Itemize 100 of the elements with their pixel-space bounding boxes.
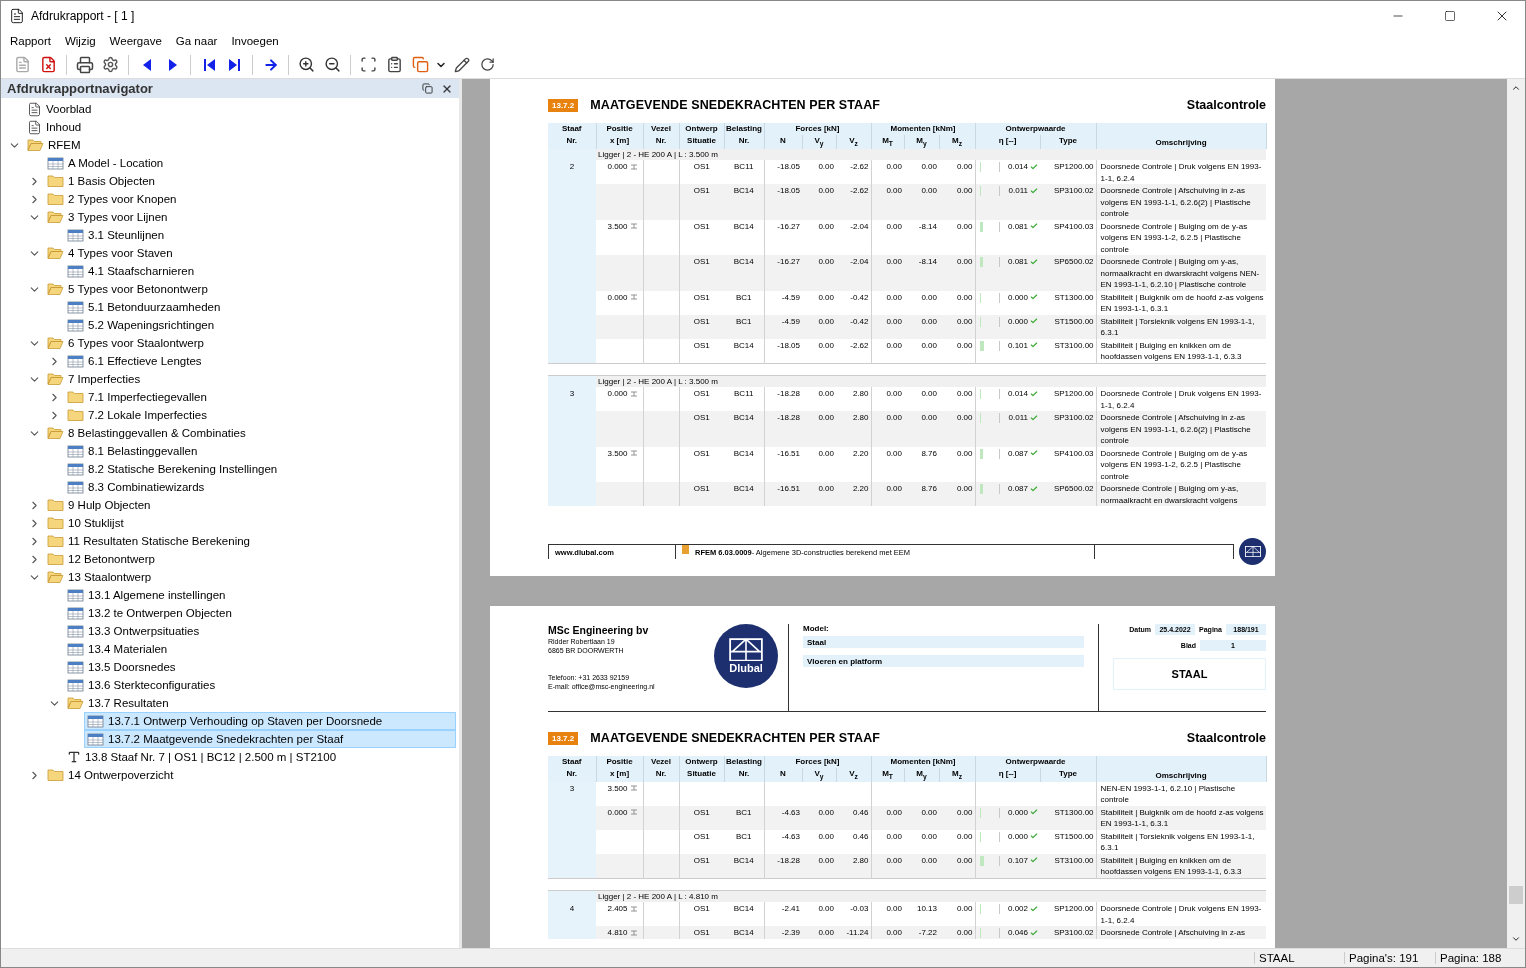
tree-item[interactable]: 8 Belastinggevallen & Combinaties	[44, 424, 456, 442]
table-cell: -16.27	[764, 219, 802, 256]
scroll-down-icon[interactable]	[1511, 934, 1521, 944]
model-label: Model:	[803, 624, 830, 633]
tree-item[interactable]: 9 Hulp Objecten	[44, 496, 456, 514]
scrollbar[interactable]	[1507, 79, 1525, 948]
tree-item[interactable]: 13.6 Sterkteconfiguraties	[64, 676, 456, 694]
table-cell: -2.62	[836, 184, 871, 220]
tree-item[interactable]: 4.1 Staafscharnieren	[64, 262, 456, 280]
folder-icon	[67, 390, 84, 404]
tree-item[interactable]: 6 Types voor Staalontwerp	[44, 334, 456, 352]
column-header: Belasting	[724, 756, 764, 768]
tree-item[interactable]: 8.1 Belastinggevallen	[64, 442, 456, 460]
scroll-up-icon[interactable]	[1511, 83, 1521, 93]
tree-item[interactable]: Inhoud	[24, 118, 456, 136]
tree-item[interactable]: 12 Betonontwerp	[44, 550, 456, 568]
tree-item[interactable]: 7 Imperfecties	[44, 370, 456, 388]
tree-item[interactable]: 11 Resultaten Statische Berekening	[44, 532, 456, 550]
tree-item[interactable]: 2 Types voor Knopen	[44, 190, 456, 208]
table-cell: OS1	[679, 219, 724, 256]
scrollbar-thumb[interactable]	[1509, 886, 1523, 904]
tree-item[interactable]: 13.1 Algemene instellingen	[64, 586, 456, 604]
menu-item[interactable]: Rapport	[3, 31, 58, 51]
table-cell: 0.00	[871, 853, 904, 879]
description-text: Doorsnede Controle | Druk volgens EN 1993-1-1, 6.2.4	[1096, 902, 1267, 927]
table-cell: OS1	[679, 829, 724, 854]
tree-item[interactable]: 10 Stuklijst	[44, 514, 456, 532]
description-text: Doorsnede Controle | Druk volgens EN 1993-1-1, 6.2.4	[1096, 160, 1267, 185]
tree-item[interactable]: 13.7.2 Maatgevende Snedekrachten per Staaf	[84, 730, 456, 748]
check-icon	[1030, 341, 1038, 350]
tree-item[interactable]: 13.2 te Ontwerpen Objecten	[64, 604, 456, 622]
table-cell: BC1	[724, 829, 764, 854]
table-cell: -4.63	[764, 829, 802, 854]
tree-item[interactable]: 5.2 Wapeningsrichtingen	[64, 316, 456, 334]
tree-item[interactable]: 3.1 Steunlijnen	[64, 226, 456, 244]
folder-icon	[47, 174, 64, 188]
table-cell: SP3100.02	[1040, 926, 1097, 939]
check-icon	[1030, 293, 1038, 302]
tree-item[interactable]: 3 Types voor Lijnen	[44, 208, 456, 226]
tree-item[interactable]: 5.1 Betonduurzaamheden	[64, 298, 456, 316]
marker-icon	[682, 545, 689, 554]
table-cell: OS1	[679, 805, 724, 830]
tree-item[interactable]: 13.7.1 Ontwerp Verhouding op Staven per Doorsnede	[84, 712, 456, 730]
table-icon	[67, 228, 84, 242]
menu-item[interactable]: Weergave	[102, 31, 169, 51]
table-cell: -4.59	[764, 290, 802, 315]
menu-item[interactable]: Ga naar	[168, 31, 225, 51]
menu-item[interactable]: Wijzig	[57, 31, 103, 51]
tree-item[interactable]: 13.3 Ontwerpsituaties	[64, 622, 456, 640]
text-icon	[67, 750, 81, 764]
table-icon	[67, 462, 84, 476]
table-cell: BC14	[724, 853, 764, 879]
menu-item[interactable]: Invoegen	[224, 31, 286, 51]
tree-item[interactable]: 13 Staalontwerp	[44, 568, 456, 586]
table-cell: 0.00	[871, 482, 904, 507]
tree-item[interactable]: 1 Basis Objecten	[44, 172, 456, 190]
table-cell: 0.00	[802, 219, 836, 256]
tree-item[interactable]: 13.4 Materialen	[64, 640, 456, 658]
table-cell: -11.24	[836, 926, 871, 939]
table-icon	[47, 156, 64, 170]
tree-item[interactable]: 5 Types voor Betonontwerp	[44, 280, 456, 298]
check-icon	[1030, 808, 1038, 817]
table-cell: -18.28	[764, 411, 802, 447]
restore-icon[interactable]	[422, 83, 433, 94]
tree-item[interactable]: 14 Ontwerpoverzicht	[44, 766, 456, 784]
ratio-value: 0.000	[1008, 806, 1028, 819]
tree-item[interactable]: 7.1 Imperfectiegevallen	[64, 388, 456, 406]
table-cell: 0.00	[802, 446, 836, 483]
table-cell: 0.00	[871, 805, 904, 830]
tree-item[interactable]: 8.2 Statische Berekening Instellingen	[64, 460, 456, 478]
table-cell: SP3100.02	[1040, 184, 1097, 220]
open-folder-icon	[27, 138, 44, 152]
open-folder-icon	[47, 570, 64, 584]
model-value: Vloeren en platform	[803, 655, 1084, 667]
column-group-header: Ontwerpwaarde	[975, 123, 1097, 135]
tree-item[interactable]: 6.1 Effectieve Lengtes	[64, 352, 456, 370]
position-value: 0.000	[607, 291, 628, 304]
table-cell: ST3100.00	[1040, 853, 1097, 879]
table-cell: BC14	[724, 184, 764, 220]
tree-item[interactable]: 8.3 Combinatiewizards	[64, 478, 456, 496]
table-cell: -18.28	[764, 853, 802, 879]
ratio-value: 0.011	[1008, 412, 1028, 424]
column-header: Belasting	[724, 123, 764, 135]
tree-item[interactable]: Voorblad	[24, 100, 456, 118]
logo-text: Dlubal	[729, 662, 763, 675]
table-cell: 0.00	[802, 160, 836, 185]
position-value: 3.500	[607, 447, 628, 460]
check-icon	[1030, 257, 1038, 266]
tree-item[interactable]: 13.7 Resultaten	[64, 694, 456, 712]
tree-item[interactable]: A Model - Location	[44, 154, 456, 172]
folder-icon	[47, 516, 64, 530]
table-cell: 2	[548, 160, 596, 185]
check-icon	[1030, 484, 1038, 493]
tree-item[interactable]: RFEM	[24, 136, 456, 154]
tree-item[interactable]: 7.2 Lokale Imperfecties	[64, 406, 456, 424]
tree-item[interactable]: 4 Types voor Staven	[44, 244, 456, 262]
table-cell: -2.39	[764, 926, 802, 939]
tree-item[interactable]: 13.5 Doorsnedes	[64, 658, 456, 676]
table-cell: -4.59	[764, 314, 802, 339]
tree-item[interactable]: 13.8 Staaf Nr. 7 | OS1 | BC12 | 2.500 m | ST2100	[64, 748, 456, 766]
